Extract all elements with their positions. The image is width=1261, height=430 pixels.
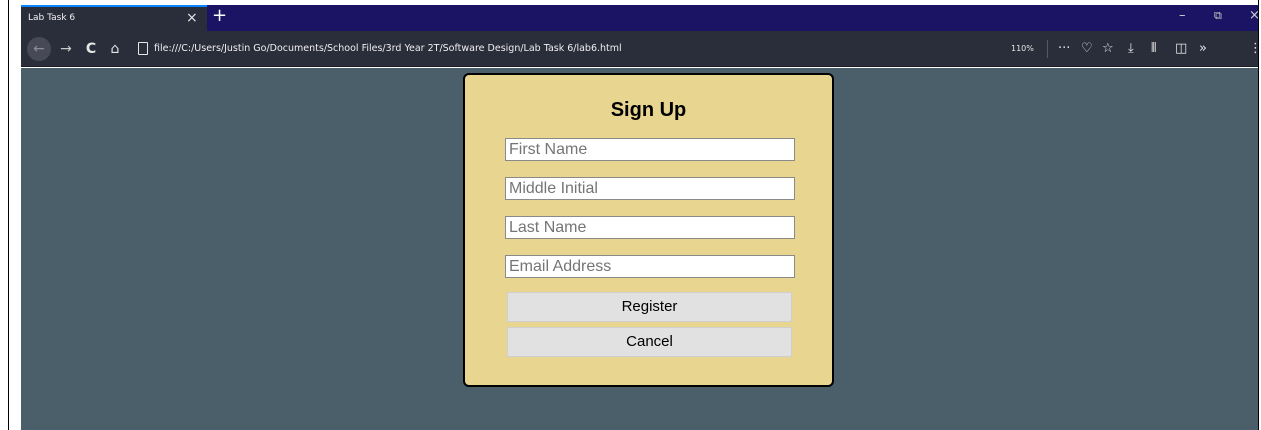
sidebar-icon[interactable]: ◫ [1175, 31, 1187, 67]
tab-close-icon[interactable]: × [186, 10, 198, 26]
tab-lab-task-6[interactable]: Lab Task 6 × [21, 5, 207, 31]
menu-icon[interactable]: ⋮ [1249, 31, 1258, 67]
middle-initial-field[interactable] [505, 177, 795, 200]
last-name-field[interactable] [505, 216, 795, 239]
address-bar[interactable]: file:///C:/Users/Justin Go/Documents/Sch… [154, 31, 622, 67]
download-icon[interactable]: ⤓ [1128, 31, 1134, 67]
chevron-double-right-icon[interactable]: » [1199, 31, 1207, 67]
signup-card: Sign Up Register Cancel [463, 73, 834, 387]
page-title: Sign Up [610, 99, 687, 121]
window-restore-icon[interactable]: ⧉ [1214, 9, 1222, 23]
more-icon[interactable]: ··· [1058, 31, 1070, 67]
pocket-icon[interactable]: ♡ [1081, 31, 1093, 67]
library-icon[interactable]: ⫴ [1151, 31, 1156, 67]
register-button[interactable]: Register [507, 292, 792, 322]
browser-window: Lab Task 6 × + – ⧉ × ← → C ⌂ file:///C:/… [21, 5, 1258, 430]
window-close-icon[interactable]: × [1249, 8, 1258, 23]
tab-title: Lab Task 6 [28, 13, 76, 23]
left-border-line [8, 0, 9, 430]
toolbar-separator [1047, 40, 1048, 58]
navigation-toolbar: ← → C ⌂ file:///C:/Users/Justin Go/Docum… [21, 31, 1258, 67]
cancel-button[interactable]: Cancel [507, 327, 792, 357]
back-arrow-icon: ← [27, 37, 51, 61]
back-button[interactable]: ← [27, 31, 53, 67]
home-icon[interactable]: ⌂ [106, 31, 124, 67]
tab-strip: Lab Task 6 × + – ⧉ × [21, 5, 1258, 31]
page-content: Sign Up Register Cancel [21, 68, 1258, 430]
forward-arrow-icon[interactable]: → [57, 31, 75, 67]
new-tab-icon[interactable]: + [212, 6, 227, 26]
star-icon[interactable]: ☆ [1102, 31, 1114, 67]
right-border-line [1258, 0, 1259, 430]
first-name-field[interactable] [505, 138, 795, 161]
screenshot-frame: Lab Task 6 × + – ⧉ × ← → C ⌂ file:///C:/… [0, 0, 1261, 430]
email-field[interactable] [505, 255, 795, 278]
page-icon[interactable] [138, 42, 148, 55]
zoom-level[interactable]: 110% [1011, 44, 1034, 53]
window-minimize-icon[interactable]: – [1179, 8, 1186, 23]
reload-icon[interactable]: C [82, 31, 100, 67]
